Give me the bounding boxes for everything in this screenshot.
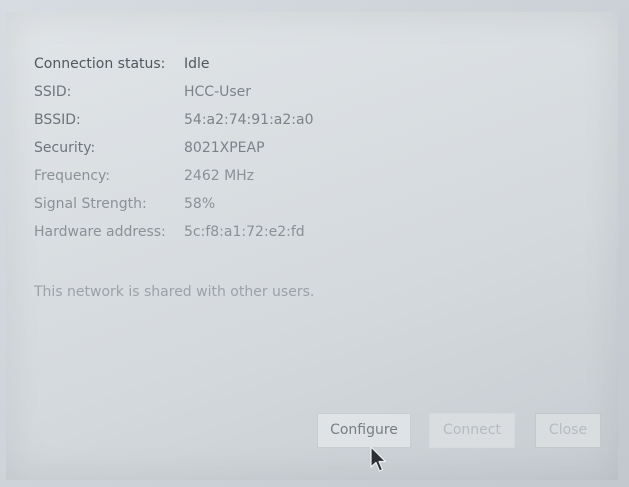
- detail-row-bssid: BSSID: 54:a2:74:91:a2:a0: [34, 106, 314, 134]
- detail-row-ssid: SSID: HCC-User: [34, 78, 314, 106]
- screen: Connection status: Idle SSID: HCC-User B…: [0, 0, 629, 487]
- detail-row-signal-strength: Signal Strength: 58%: [34, 190, 314, 218]
- shared-network-message: This network is shared with other users.: [34, 284, 315, 300]
- detail-value: 5c:f8:a1:72:e2:fd: [184, 224, 305, 240]
- close-button[interactable]: Close: [535, 413, 601, 448]
- detail-value: Idle: [184, 56, 210, 72]
- detail-value: 8021XPEAP: [184, 140, 265, 156]
- detail-label: BSSID:: [34, 112, 81, 128]
- detail-label: SSID:: [34, 84, 72, 100]
- detail-label: Frequency:: [34, 168, 111, 184]
- configure-button[interactable]: Configure: [317, 413, 411, 448]
- detail-value: 54:a2:74:91:a2:a0: [184, 112, 314, 128]
- detail-label: Hardware address:: [34, 224, 166, 240]
- mouse-pointer-icon: [370, 446, 387, 472]
- detail-row-hardware-address: Hardware address: 5c:f8:a1:72:e2:fd: [34, 218, 314, 246]
- detail-label: Connection status:: [34, 56, 166, 72]
- detail-label: Signal Strength:: [34, 196, 147, 212]
- detail-value: 2462 MHz: [184, 168, 255, 184]
- detail-row-security: Security: 8021XPEAP: [34, 134, 314, 162]
- detail-row-connection-status: Connection status: Idle: [34, 50, 314, 78]
- detail-label: Security:: [34, 140, 96, 156]
- network-details-dialog: Connection status: Idle SSID: HCC-User B…: [6, 12, 618, 480]
- network-details-list: Connection status: Idle SSID: HCC-User B…: [34, 50, 314, 246]
- detail-value: HCC-User: [184, 84, 252, 100]
- detail-row-frequency: Frequency: 2462 MHz: [34, 162, 314, 190]
- connect-button[interactable]: Connect: [429, 413, 515, 448]
- detail-value: 58%: [184, 196, 216, 212]
